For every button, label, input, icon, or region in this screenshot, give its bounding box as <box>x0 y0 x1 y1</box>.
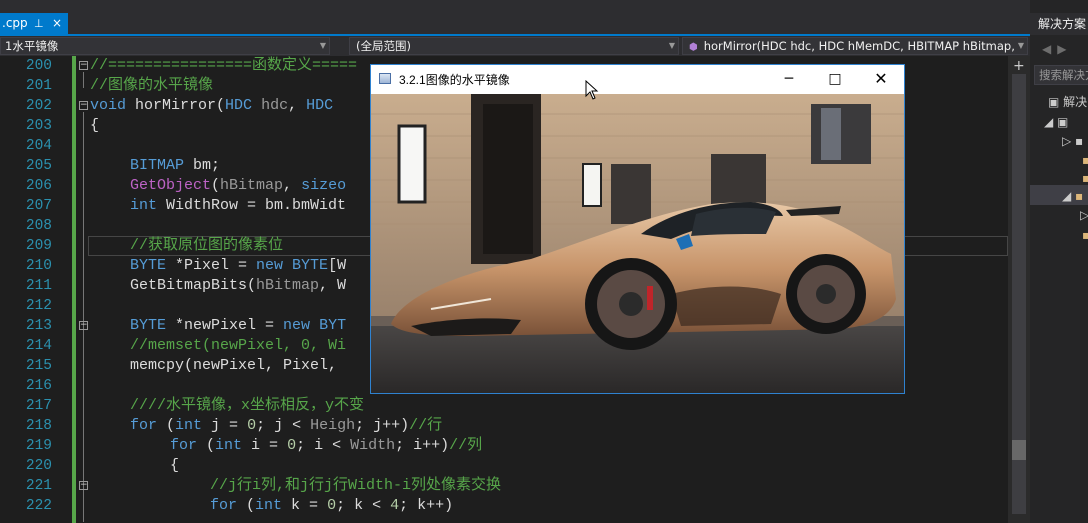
code-line-218: for (int j = 0; j < Heigh; j++)//行 <box>130 417 443 434</box>
line-number: 212 <box>25 298 52 314</box>
scope-dropdown-value: (全局范围) <box>356 39 411 53</box>
line-number: 221 <box>25 478 52 494</box>
ide-window: .cpp ⊥ × 1水平镜像 ▼ (全局范围) ▼ ⬢ horMirror(HDC… <box>0 0 1088 523</box>
code-line-210: BYTE *Pixel = new BYTE[W <box>130 257 347 274</box>
line-number: 214 <box>25 338 52 354</box>
code-line-205: BITMAP bm; <box>130 157 221 174</box>
chevron-down-icon: ▼ <box>319 41 326 50</box>
tab-cpp-file[interactable]: .cpp ⊥ × <box>0 13 68 34</box>
project-dropdown-value: 1水平镜像 <box>5 39 59 53</box>
line-number: 208 <box>25 218 52 234</box>
code-line-213: BYTE *newPixel = new BYT <box>130 317 347 334</box>
mirrored-image-canvas <box>371 94 904 393</box>
code-line-217: ////水平镜像，x坐标相反，y不变 <box>130 397 365 414</box>
folder-icon: ▪ <box>1082 228 1088 242</box>
app-window-icon <box>379 73 391 84</box>
line-number: 204 <box>25 138 52 154</box>
line-number: 220 <box>25 458 52 474</box>
fold-toggle-icon[interactable]: − <box>79 481 88 490</box>
line-number: 218 <box>25 418 52 434</box>
change-tracking-bar <box>72 56 76 523</box>
close-button[interactable]: ✕ <box>858 65 904 94</box>
solution-explorer-title[interactable]: 解决方案 <box>1030 13 1088 35</box>
code-line-221: //j行i列,和j行j行Width-i列处像素交换 <box>210 477 502 494</box>
fold-guide <box>83 72 84 88</box>
car-photo <box>371 94 904 393</box>
code-line-215: memcpy(newPixel, Pixel, <box>130 357 338 374</box>
back-arrow-icon[interactable]: ◀ <box>1042 42 1057 56</box>
minimize-button[interactable]: ─ <box>766 65 812 94</box>
tab-label: .cpp <box>2 16 28 30</box>
code-line-219: for (int i = 0; i < Width; i++)//列 <box>170 437 483 454</box>
line-number: 203 <box>25 118 52 134</box>
code-line-207: int WidthRow = bm.bmWidt <box>130 197 347 214</box>
line-number: 202 <box>25 98 52 114</box>
editor-vertical-scrollbar[interactable]: + <box>1008 56 1030 523</box>
line-number: 201 <box>25 78 52 94</box>
method-cube-icon: ⬢ <box>689 42 698 53</box>
folder-icon: ▪ <box>1082 171 1088 185</box>
fold-guide <box>83 112 84 522</box>
solution-icon: ▣ <box>1048 95 1064 109</box>
code-line-206: GetObject(hBitmap, sizeo <box>130 177 347 194</box>
line-number-gutter: 200 201 202 203 204 205 206 207 208 209 210 211 212 2… <box>0 56 72 523</box>
line-number: 215 <box>25 358 52 374</box>
folder-icon: ▪ <box>1075 189 1084 203</box>
line-number: 209 <box>25 238 52 254</box>
solution-search-input[interactable]: 搜索解决方 <box>1034 65 1088 85</box>
code-line-214: //memset(newPixel, 0, Wi <box>130 337 347 354</box>
navigation-bar: 1水平镜像 ▼ (全局范围) ▼ ⬢ horMirror(HDC hdc, HDC… <box>0 36 1030 56</box>
line-number: 211 <box>25 278 52 294</box>
pin-icon[interactable]: ⊥ <box>34 13 44 34</box>
line-number: 216 <box>25 378 52 394</box>
window-title: 3.2.1图像的水平镜像 <box>399 73 510 87</box>
code-line-211: GetBitmapBits(hBitmap, W <box>130 277 347 294</box>
line-number: 210 <box>25 258 52 274</box>
mirror-demo-window[interactable]: 3.2.1图像的水平镜像 ─ □ ✕ <box>370 64 905 394</box>
solution-tree-root[interactable]: ▣ 解决 <box>1048 93 1087 111</box>
project-dropdown[interactable]: 1水平镜像 ▼ <box>0 37 330 55</box>
split-plus-icon[interactable]: + <box>1013 58 1025 74</box>
code-line-222: for (int k = 0; k < 4; k++) <box>210 497 454 514</box>
folder-icon: ▪ <box>1082 153 1088 167</box>
line-number: 207 <box>25 198 52 214</box>
chevron-down-icon: ▼ <box>668 41 675 50</box>
fold-toggle-icon[interactable]: − <box>79 101 88 110</box>
code-line-202: void horMirror(HDC hdc, HDC <box>90 97 334 114</box>
solution-explorer-panel: 解决方案 ◀▶ 搜索解决方 ▣ 解决 ◢ ▣ ▷ ▪ ▪ ▪ ◢ ▪ ▷ ▪ <box>1030 0 1088 523</box>
maximize-button[interactable]: □ <box>812 65 858 94</box>
code-line-200: //================函数定义===== <box>90 57 358 74</box>
tree-node-project[interactable]: ◢ ▣ <box>1044 113 1068 131</box>
document-tab-strip: .cpp ⊥ × <box>0 0 1030 36</box>
line-number: 217 <box>25 398 52 414</box>
scope-dropdown[interactable]: (全局范围) ▼ <box>349 37 679 55</box>
window-titlebar[interactable]: 3.2.1图像的水平镜像 ─ □ ✕ <box>371 65 904 94</box>
scrollbar-position-marker <box>1012 440 1026 460</box>
code-line-201: //图像的水平镜像 <box>90 77 214 94</box>
line-number: 222 <box>25 498 52 514</box>
line-number: 213 <box>25 318 52 334</box>
fold-toggle-icon[interactable]: − <box>79 61 88 70</box>
line-number: 205 <box>25 158 52 174</box>
mouse-cursor-icon <box>585 80 599 100</box>
solution-explorer-toolbar: ◀▶ <box>1030 38 1088 60</box>
member-dropdown-value: horMirror(HDC hdc, HDC hMemDC, HBITMAP h… <box>703 39 1015 53</box>
line-number: 219 <box>25 438 52 454</box>
project-icon: ▣ <box>1057 115 1069 129</box>
tree-node-item[interactable]: ▷ <box>1080 206 1088 224</box>
member-dropdown[interactable]: ⬢ horMirror(HDC hdc, HDC hMemDC, HBITMAP … <box>682 37 1028 55</box>
code-line-220: { <box>170 457 180 474</box>
tree-node-references[interactable]: ▷ ▪ <box>1062 132 1083 150</box>
close-icon[interactable]: × <box>52 13 62 34</box>
tree-node-source-files[interactable]: ◢ ▪ <box>1062 187 1083 205</box>
chevron-down-icon: ▼ <box>1017 41 1024 50</box>
code-line-203: { <box>90 117 100 134</box>
line-number: 206 <box>25 178 52 194</box>
code-line-209: //获取原位图的像素位 <box>130 237 284 254</box>
line-number: 200 <box>25 58 52 74</box>
forward-arrow-icon[interactable]: ▶ <box>1057 42 1072 56</box>
fold-toggle-icon[interactable]: − <box>79 321 88 330</box>
